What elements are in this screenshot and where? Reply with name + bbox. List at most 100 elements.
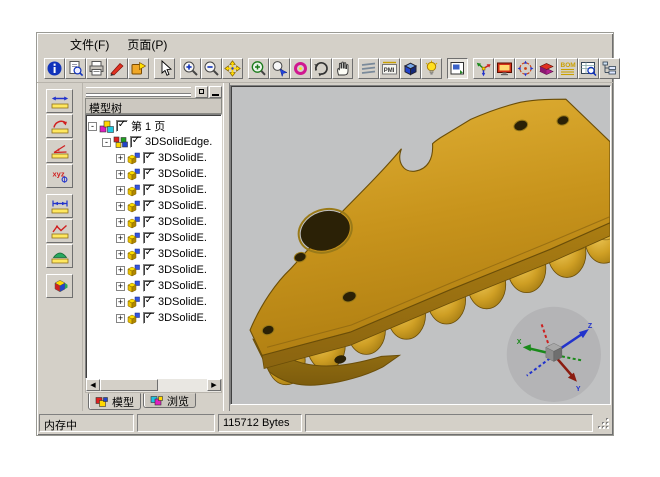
print-preview-button[interactable] xyxy=(65,58,86,79)
tree-row-part[interactable]: + ✓ 3DSolidE. xyxy=(88,182,221,198)
pan-hand-button[interactable] xyxy=(332,58,353,79)
cad-scene: Z X Y xyxy=(231,86,610,404)
visibility-checkbox[interactable]: ✓ xyxy=(143,184,155,196)
tree-row-part[interactable]: + ✓ 3DSolidE. xyxy=(88,246,221,262)
part-icon xyxy=(127,168,141,181)
section-lines-button[interactable] xyxy=(358,58,379,79)
dim-linear-button[interactable] xyxy=(46,89,73,113)
zoom-window-button[interactable] xyxy=(248,58,269,79)
about-button[interactable] xyxy=(44,58,65,79)
expand-toggle[interactable]: + xyxy=(116,218,125,227)
panel-float-button[interactable] xyxy=(195,86,208,98)
dim-curve-button[interactable] xyxy=(46,219,73,243)
zoom-out-button[interactable] xyxy=(201,58,222,79)
tree-row-label: 3DSolidE. xyxy=(158,280,207,292)
panel-gripper[interactable] xyxy=(85,85,222,98)
pan-move-button[interactable] xyxy=(222,58,243,79)
markup-pen-button[interactable] xyxy=(107,58,128,79)
scroll-right-button[interactable]: ▶ xyxy=(207,379,221,391)
viewport-canvas[interactable]: Z X Y xyxy=(230,85,611,405)
expand-toggle[interactable]: + xyxy=(116,154,125,163)
part-icon xyxy=(127,248,141,261)
status-cell-4 xyxy=(305,414,593,432)
expand-toggle[interactable]: + xyxy=(116,186,125,195)
visibility-checkbox[interactable]: ✓ xyxy=(143,232,155,244)
pmi-display-button[interactable]: PMI xyxy=(379,58,400,79)
svg-text:Z: Z xyxy=(588,323,593,330)
dim-radius-button[interactable] xyxy=(46,114,73,138)
gripper-lines xyxy=(86,87,191,94)
expand-toggle[interactable]: + xyxy=(116,282,125,291)
expand-toggle[interactable]: + xyxy=(116,202,125,211)
scroll-thumb[interactable] xyxy=(100,379,158,391)
visibility-checkbox[interactable]: ✓ xyxy=(143,248,155,260)
dim-arc-button[interactable] xyxy=(46,244,73,268)
visibility-checkbox[interactable]: ✓ xyxy=(116,120,128,132)
visibility-checkbox[interactable]: ✓ xyxy=(130,136,142,148)
tree-row-assembly[interactable]: - ✓ 3DSolidEdge. xyxy=(88,134,221,150)
panel-hide-button[interactable] xyxy=(209,86,222,98)
render-mode-button[interactable] xyxy=(536,58,557,79)
visibility-checkbox[interactable]: ✓ xyxy=(143,152,155,164)
rotate-view-button[interactable] xyxy=(311,58,332,79)
panel-splitter[interactable] xyxy=(223,83,230,411)
tree-row-label: 3DSolidE. xyxy=(158,216,207,228)
find-table-button[interactable] xyxy=(578,58,599,79)
expand-toggle[interactable]: + xyxy=(116,266,125,275)
measure-3d-button[interactable] xyxy=(46,274,73,298)
bom-table-button[interactable]: BOM xyxy=(557,58,578,79)
tree-row-part[interactable]: + ✓ 3DSolidE. xyxy=(88,214,221,230)
expand-toggle[interactable]: + xyxy=(116,250,125,259)
visibility-checkbox[interactable]: ✓ xyxy=(143,296,155,308)
visibility-checkbox[interactable]: ✓ xyxy=(143,200,155,212)
collapse-toggle[interactable]: - xyxy=(102,138,111,147)
tree-row-page[interactable]: - ✓ 第 1 页 xyxy=(88,118,221,134)
menu-page[interactable]: 页面(P) xyxy=(118,34,176,55)
select-cursor-button[interactable] xyxy=(154,58,175,79)
model-tree-toggle-button[interactable] xyxy=(599,58,620,79)
tree-row-part[interactable]: + ✓ 3DSolidE. xyxy=(88,310,221,326)
scroll-left-button[interactable]: ◀ xyxy=(86,379,100,391)
part-icon xyxy=(127,264,141,277)
tree-row-part[interactable]: + ✓ 3DSolidE. xyxy=(88,294,221,310)
menu-file[interactable]: 文件(F) xyxy=(61,34,118,55)
visibility-checkbox[interactable]: ✓ xyxy=(143,168,155,180)
expand-toggle[interactable]: + xyxy=(116,314,125,323)
dim-angle-button[interactable] xyxy=(46,139,73,163)
print-button[interactable] xyxy=(86,58,107,79)
spin-view-button[interactable] xyxy=(515,58,536,79)
tree-row-part[interactable]: + ✓ 3DSolidE. xyxy=(88,198,221,214)
thumbnail-view-button[interactable] xyxy=(447,58,468,79)
visibility-checkbox[interactable]: ✓ xyxy=(143,216,155,228)
tree-row-part[interactable]: + ✓ 3DSolidE. xyxy=(88,278,221,294)
expand-toggle[interactable]: + xyxy=(116,234,125,243)
tree-row-part[interactable]: + ✓ 3DSolidE. xyxy=(88,150,221,166)
zoom-pointer-button[interactable] xyxy=(269,58,290,79)
view-cube-button[interactable] xyxy=(400,58,421,79)
rotate-center-button[interactable] xyxy=(290,58,311,79)
dim-chain-button[interactable] xyxy=(46,194,73,218)
zoom-in-button[interactable] xyxy=(180,58,201,79)
tree-row-label: 3DSolidE. xyxy=(158,248,207,260)
tab-browse[interactable]: 浏览 xyxy=(143,393,196,408)
expand-toggle[interactable]: + xyxy=(116,298,125,307)
collapse-toggle[interactable]: - xyxy=(88,122,97,131)
tree-row-part[interactable]: + ✓ 3DSolidE. xyxy=(88,166,221,182)
export-button[interactable] xyxy=(128,58,149,79)
full-screen-button[interactable] xyxy=(494,58,515,79)
visibility-checkbox[interactable]: ✓ xyxy=(143,264,155,276)
resize-grip[interactable] xyxy=(596,416,611,431)
svg-text:BOM: BOM xyxy=(561,62,576,69)
tree-hscrollbar[interactable]: ◀ ▶ xyxy=(85,379,222,393)
explode-view-button[interactable] xyxy=(473,58,494,79)
tree-row-part[interactable]: + ✓ 3DSolidE. xyxy=(88,262,221,278)
lighting-button[interactable] xyxy=(421,58,442,79)
visibility-checkbox[interactable]: ✓ xyxy=(143,280,155,292)
tab-model[interactable]: 模型 xyxy=(88,393,141,410)
expand-toggle[interactable]: + xyxy=(116,170,125,179)
model-tree: - ✓ 第 1 页 - ✓ 3DSolidEdge. + ✓ xyxy=(85,114,222,379)
tree-row-part[interactable]: + ✓ 3DSolidE. xyxy=(88,230,221,246)
svg-text:Y: Y xyxy=(576,386,581,393)
visibility-checkbox[interactable]: ✓ xyxy=(143,312,155,324)
dim-coordinate-button[interactable]: xyz xyxy=(46,164,73,188)
